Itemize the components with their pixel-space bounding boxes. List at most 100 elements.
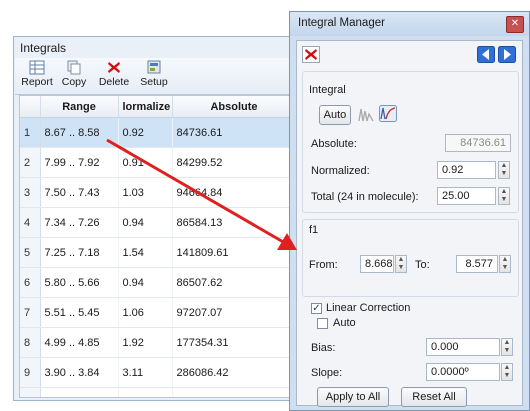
header-range[interactable]: Range (40, 96, 119, 118)
row-number: 4 (20, 207, 41, 238)
header-normalized[interactable]: lormalize (118, 96, 173, 118)
table-row[interactable]: 2 7.99 .. 7.92 0.91 84299.52 (20, 147, 294, 178)
header-rownum (20, 96, 41, 118)
integral-manager-dialog: Integral Manager ✕ Integral Auto Absolut (289, 11, 530, 411)
report-icon (29, 60, 45, 75)
row-number: 5 (20, 237, 41, 268)
table-row[interactable]: 7 5.51 .. 5.45 1.06 97207.07 (20, 297, 294, 328)
total-spinner[interactable]: ▲ ▼ (498, 187, 510, 205)
normalized-cell: 0.94 (118, 207, 173, 238)
normalized-cell: 1.06 (118, 297, 173, 328)
table-row[interactable]: 8 4.99 .. 4.85 1.92 177354.31 (20, 327, 294, 358)
integral-curve-active-icon[interactable] (379, 105, 397, 122)
setup-label: Setup (140, 76, 168, 88)
integrals-table: Range lormalize Absolute 1 8.67 .. 8.58 0.… (19, 95, 295, 398)
absolute-cell: 97207.07 (172, 297, 294, 328)
next-arrow-icon[interactable] (498, 46, 516, 63)
copy-button[interactable]: Copy (57, 60, 91, 92)
row-number: 2 (20, 147, 41, 178)
table-row[interactable]: 9 3.90 .. 3.84 3.11 286086.42 (20, 357, 294, 388)
auto-checkbox-label: Auto (333, 317, 356, 329)
apply-to-all-button[interactable]: Apply to All (317, 387, 389, 407)
delete-icon (108, 62, 120, 73)
report-label: Report (21, 76, 53, 88)
range-cell: 5.80 .. 5.66 (40, 267, 119, 298)
range-cell: 7.50 .. 7.43 (40, 177, 119, 208)
table-row[interactable]: 5 7.25 .. 7.18 1.54 141809.61 (20, 237, 294, 268)
row-number: 7 (20, 297, 41, 328)
linear-correction-label: Linear Correction (326, 302, 411, 314)
delete-integral-icon[interactable] (302, 46, 320, 63)
range-cell: 4.99 .. 4.85 (40, 327, 119, 358)
normalized-cell: 3.11 (118, 357, 173, 388)
integrals-panel: Integrals Report Copy Delete Setup Range… (13, 36, 300, 401)
slope-spinner[interactable]: ▲ ▼ (501, 363, 513, 381)
normalized-label: Normalized: (311, 165, 370, 177)
normalized-cell: 0.94 (118, 267, 173, 298)
auto-checkbox[interactable] (317, 318, 328, 329)
absolute-cell: 84736.61 (172, 117, 294, 148)
slope-label: Slope: (311, 367, 343, 379)
from-spinner[interactable]: ▲ ▼ (395, 255, 407, 273)
row-number: 8 (20, 327, 41, 358)
from-label: From: (309, 259, 338, 271)
table-row[interactable]: 103.44 .. 3.311.97181648.81 (20, 387, 294, 397)
copy-icon (67, 60, 81, 75)
previous-arrow-icon[interactable] (477, 46, 495, 63)
range-cell: 7.34 .. 7.26 (40, 207, 119, 238)
panel-title: Integrals (20, 41, 67, 55)
row-number: 6 (20, 267, 41, 298)
to-label: To: (415, 259, 430, 271)
absolute-cell: 177354.31 (172, 327, 294, 358)
row-number: 9 (20, 357, 41, 388)
integral-curve-icon[interactable] (357, 106, 375, 123)
bias-label: Bias: (311, 342, 336, 354)
dialog-body: Integral Auto Absolute: 84736.61 Normali… (296, 40, 523, 407)
header-absolute[interactable]: Absolute (172, 96, 294, 118)
integral-group-label: Integral (309, 84, 346, 96)
to-field[interactable]: 8.577 (456, 255, 498, 273)
integrals-toolbar: Report Copy Delete Setup (15, 58, 300, 95)
linear-correction-checkbox[interactable]: ✓ (311, 303, 322, 314)
report-button[interactable]: Report (19, 60, 55, 92)
bias-field[interactable]: 0.000 (426, 338, 500, 356)
absolute-cell: 94664.84 (172, 177, 294, 208)
range-cell: 5.51 .. 5.45 (40, 297, 119, 328)
f1-group-label: f1 (309, 224, 319, 236)
setup-button[interactable]: Setup (137, 60, 171, 92)
normalized-field[interactable]: 0.92 (437, 161, 496, 179)
absolute-cell: 86507.62 (172, 267, 294, 298)
normalized-cell: 1.97 (118, 387, 173, 397)
row-number: 1 (20, 117, 41, 148)
range-cell: 3.44 .. 3.31 (40, 387, 119, 397)
absolute-field: 84736.61 (445, 134, 511, 152)
absolute-cell: 286086.42 (172, 357, 294, 388)
row-number: 10 (20, 387, 41, 397)
normalized-spinner[interactable]: ▲ ▼ (498, 161, 510, 179)
copy-label: Copy (61, 76, 87, 88)
range-cell: 8.67 .. 8.58 (40, 117, 119, 148)
slope-field[interactable]: 0.0000º (426, 363, 500, 381)
to-spinner[interactable]: ▲ ▼ (499, 255, 511, 273)
table-row[interactable]: 3 7.50 .. 7.43 1.03 94664.84 (20, 177, 294, 208)
absolute-label: Absolute: (311, 138, 357, 150)
row-number: 3 (20, 177, 41, 208)
setup-icon (147, 60, 161, 74)
close-icon[interactable]: ✕ (506, 16, 524, 33)
dialog-title: Integral Manager (298, 17, 385, 29)
normalized-cell: 1.92 (118, 327, 173, 358)
table-row[interactable]: 4 7.34 .. 7.26 0.94 86584.13 (20, 207, 294, 238)
delete-button[interactable]: Delete (95, 60, 133, 92)
range-cell: 3.90 .. 3.84 (40, 357, 119, 388)
bias-spinner[interactable]: ▲ ▼ (501, 338, 513, 356)
from-field[interactable]: 8.668 (360, 255, 394, 273)
absolute-cell: 181648.81 (172, 387, 294, 397)
reset-all-button[interactable]: Reset All (401, 387, 467, 407)
auto-button[interactable]: Auto (319, 105, 351, 125)
total-field[interactable]: 25.00 (437, 187, 496, 205)
dialog-titlebar: Integral Manager ✕ (290, 12, 529, 36)
table-row[interactable]: 1 8.67 .. 8.58 0.92 84736.61 (20, 117, 294, 148)
normalized-cell: 1.03 (118, 177, 173, 208)
range-cell: 7.25 .. 7.18 (40, 237, 119, 268)
table-row[interactable]: 6 5.80 .. 5.66 0.94 86507.62 (20, 267, 294, 298)
